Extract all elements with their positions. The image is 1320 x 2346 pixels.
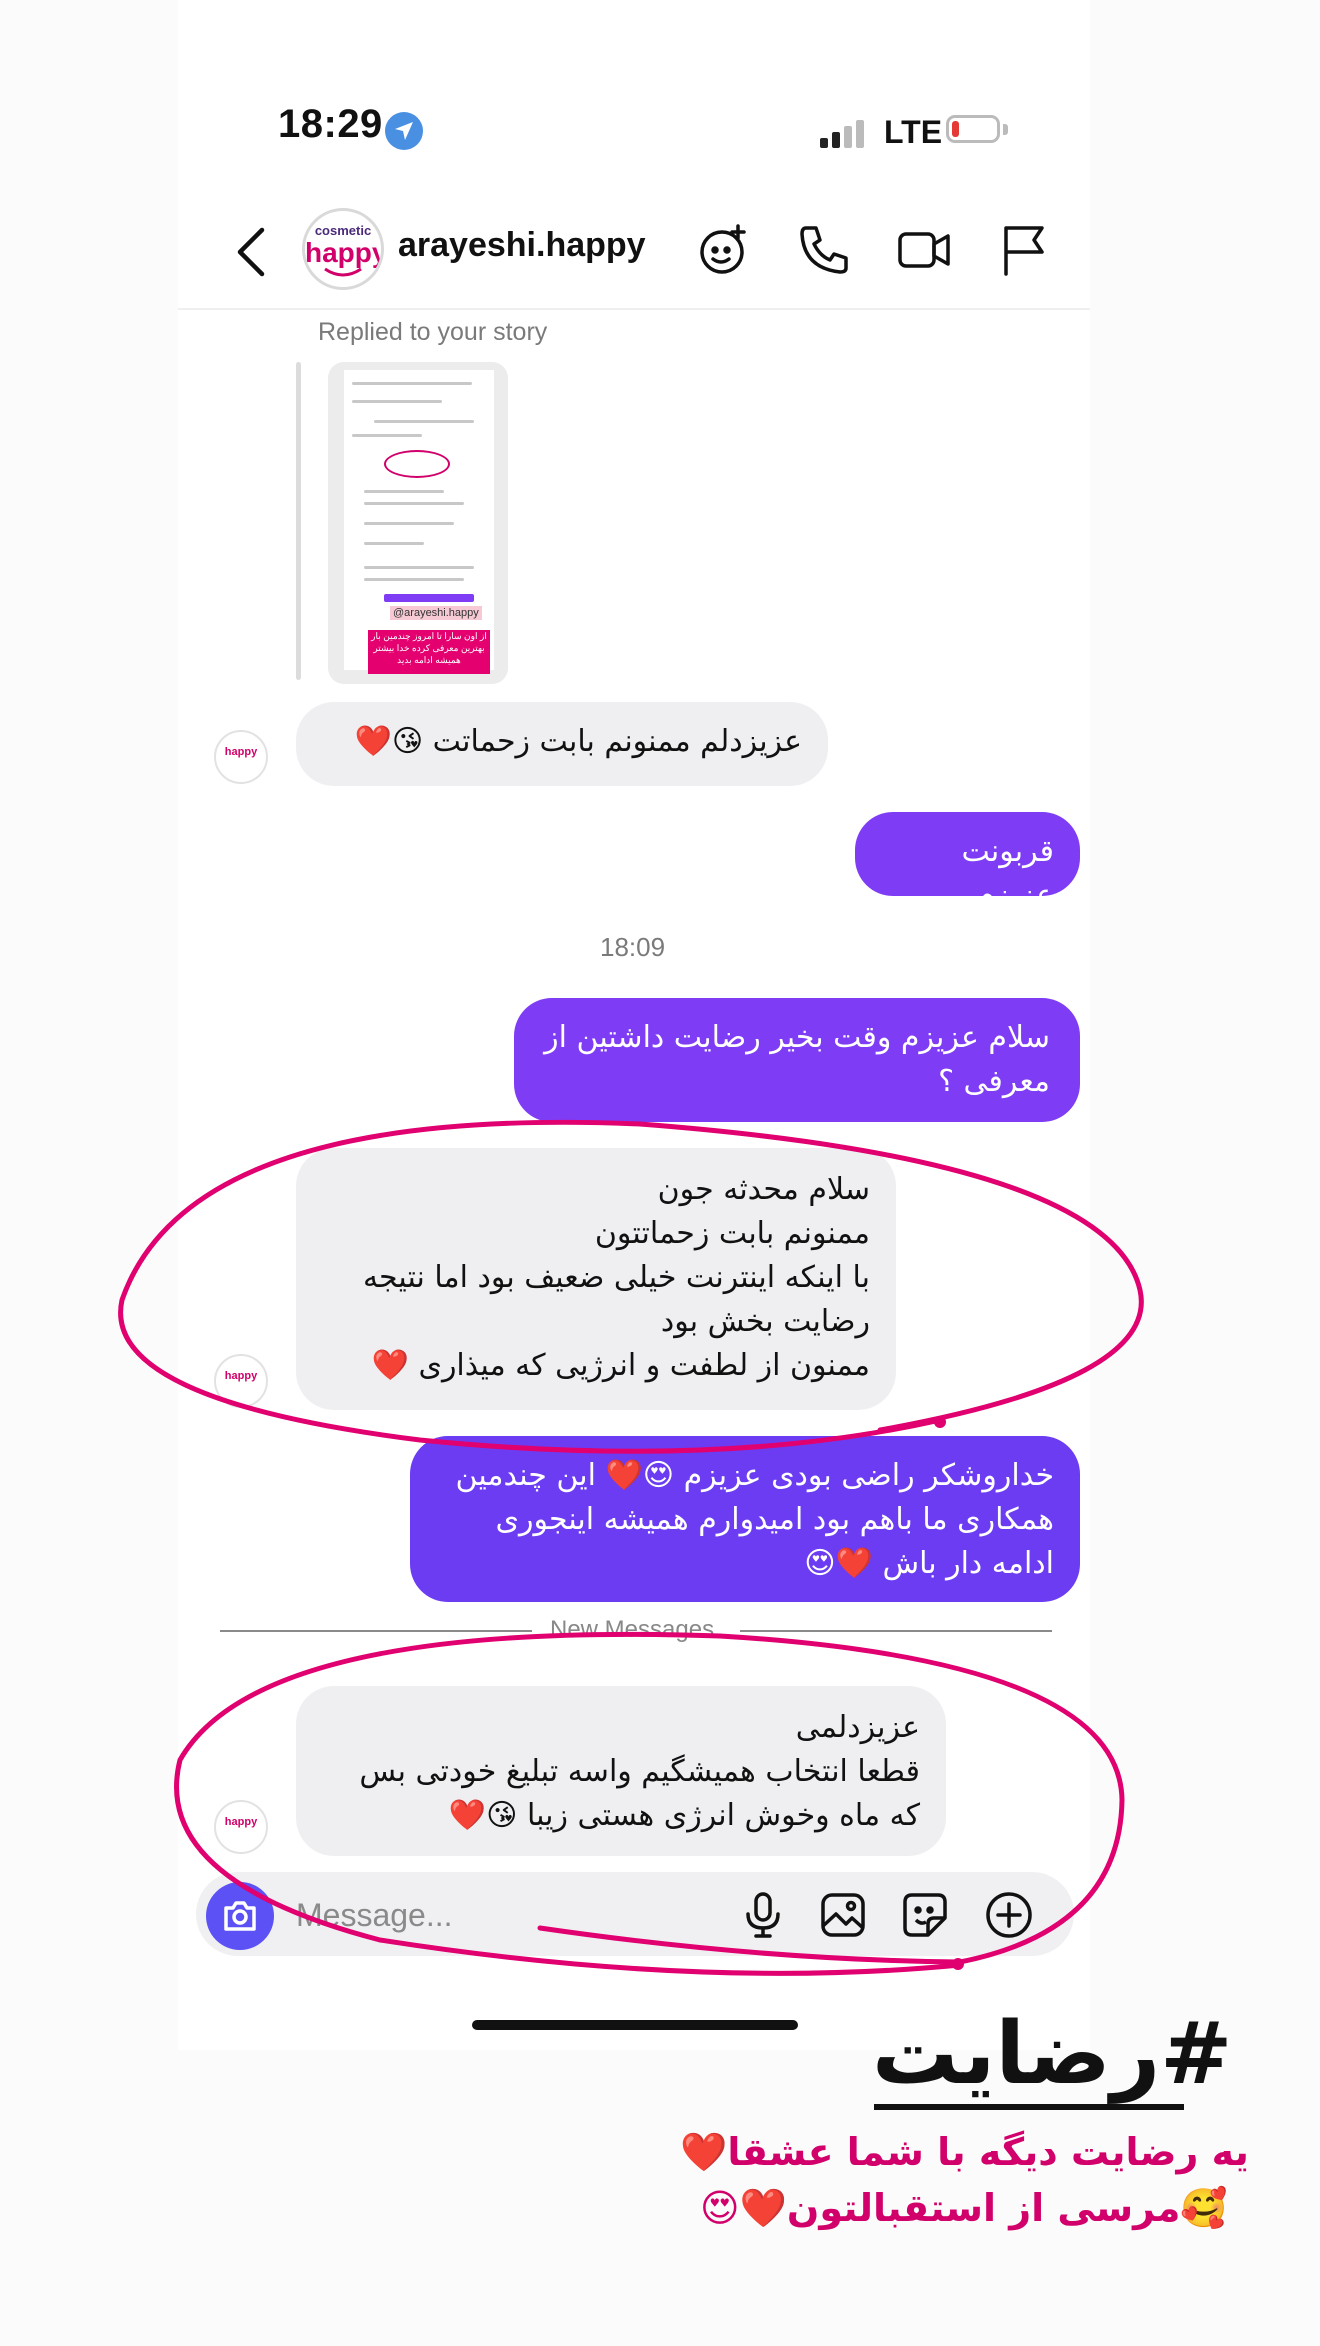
camera-icon[interactable] <box>206 1882 274 1950</box>
message-line: ممنون از لطفت و انرژیی که میذاری ❤️ <box>371 1348 870 1383</box>
phone-call-icon[interactable] <box>796 222 852 278</box>
sender-avatar[interactable]: happy <box>214 1800 268 1854</box>
message-line: با اینکه اینترنت خیلی ضعیف بود اما نتیجه <box>362 1260 870 1295</box>
story-preview-tag: @arayeshi.happy <box>390 606 482 620</box>
story-preview-thumbnail[interactable]: @arayeshi.happy از اون سارا تا امروز چند… <box>328 362 508 684</box>
new-messages-divider-left <box>220 1630 532 1632</box>
home-indicator[interactable] <box>472 2020 798 2030</box>
message-line: ادامه دار باش ❤️😍 <box>804 1546 1054 1581</box>
incoming-message[interactable]: عزیزدلم ممنونم بابت زحماتت 😘❤️ <box>296 702 828 786</box>
message-line: که ماه وخوش انرژی هستی زیبا 😘❤️ <box>448 1798 920 1833</box>
battery-tip <box>1003 124 1008 135</box>
cellular-signal-icon <box>820 118 870 148</box>
flag-icon[interactable] <box>996 222 1052 278</box>
outgoing-message[interactable]: خداروشکر راضی بودی عزیزم 😍❤️ این چندمین … <box>410 1436 1080 1602</box>
logo-main-text: happy <box>305 237 384 268</box>
new-messages-label: New Messages <box>550 1616 715 1643</box>
message-line: قطعا انتخاب همیشگیم واسه تبلیغ خودتی بس <box>359 1754 920 1789</box>
microphone-icon[interactable] <box>738 1890 788 1940</box>
add-sticker-face-icon[interactable] <box>696 222 752 278</box>
chat-username[interactable]: arayeshi.happy <box>398 226 646 265</box>
message-input[interactable] <box>296 1894 696 1936</box>
story-preview-caption: از اون سارا تا امروز چندمین بار بهترین م… <box>368 630 490 674</box>
outgoing-message[interactable]: قربونت عزیزم <box>855 812 1080 913</box>
incoming-message[interactable]: سلام محدثه جون ممنونم بابت زحماتتون با ا… <box>296 1148 896 1410</box>
status-time: 18:29 <box>278 102 383 146</box>
sender-avatar[interactable]: happy <box>214 1354 268 1408</box>
back-chevron-icon[interactable] <box>232 226 272 278</box>
hashtag-underline <box>874 2104 1184 2110</box>
profile-avatar[interactable]: cosmetic happy <box>302 208 384 290</box>
reply-indicator-bar <box>296 362 301 680</box>
sticker-icon[interactable] <box>900 1890 950 1940</box>
incoming-message[interactable]: عزیزدلمی قطعا انتخاب همیشگیم واسه تبلیغ … <box>296 1686 946 1856</box>
replied-to-story-label: Replied to your story <box>318 318 548 346</box>
logo-small-text: cosmetic <box>314 223 372 238</box>
caption-line-2: 🥰مرسی از استقبالتون❤️😍 <box>700 2186 1228 2230</box>
sender-avatar[interactable]: happy <box>214 730 268 784</box>
message-line: ممنونم بابت زحماتتون <box>594 1216 870 1251</box>
message-line: رضایت بخش بود <box>660 1304 870 1339</box>
gallery-icon[interactable] <box>818 1890 868 1940</box>
caption-line-1: یه رضایت دیگه با شما عشقا❤️ <box>680 2130 1249 2174</box>
outgoing-message[interactable]: سلام عزیزم وقت بخیر رضایت داشتین از معرف… <box>514 998 1080 1122</box>
message-line: عزیزدلمی <box>795 1710 920 1745</box>
message-timestamp: 18:09 <box>600 932 666 962</box>
battery-icon <box>946 115 1000 143</box>
header-divider <box>178 308 1090 310</box>
new-messages-divider-right <box>740 1630 1052 1632</box>
location-arrow-icon <box>385 112 423 150</box>
caption-hashtag: #رضایت <box>872 2004 1233 2104</box>
message-line: سلام محدثه جون <box>657 1172 870 1207</box>
message-line: خداروشکر راضی بودی عزیزم 😍❤️ این چندمین <box>455 1458 1054 1493</box>
add-circle-icon[interactable] <box>984 1890 1034 1940</box>
video-call-icon[interactable] <box>896 222 952 278</box>
message-line: همکاری ما باهم بود امیدوارم همیشه اینجور… <box>495 1502 1054 1537</box>
network-type: LTE <box>884 114 943 150</box>
